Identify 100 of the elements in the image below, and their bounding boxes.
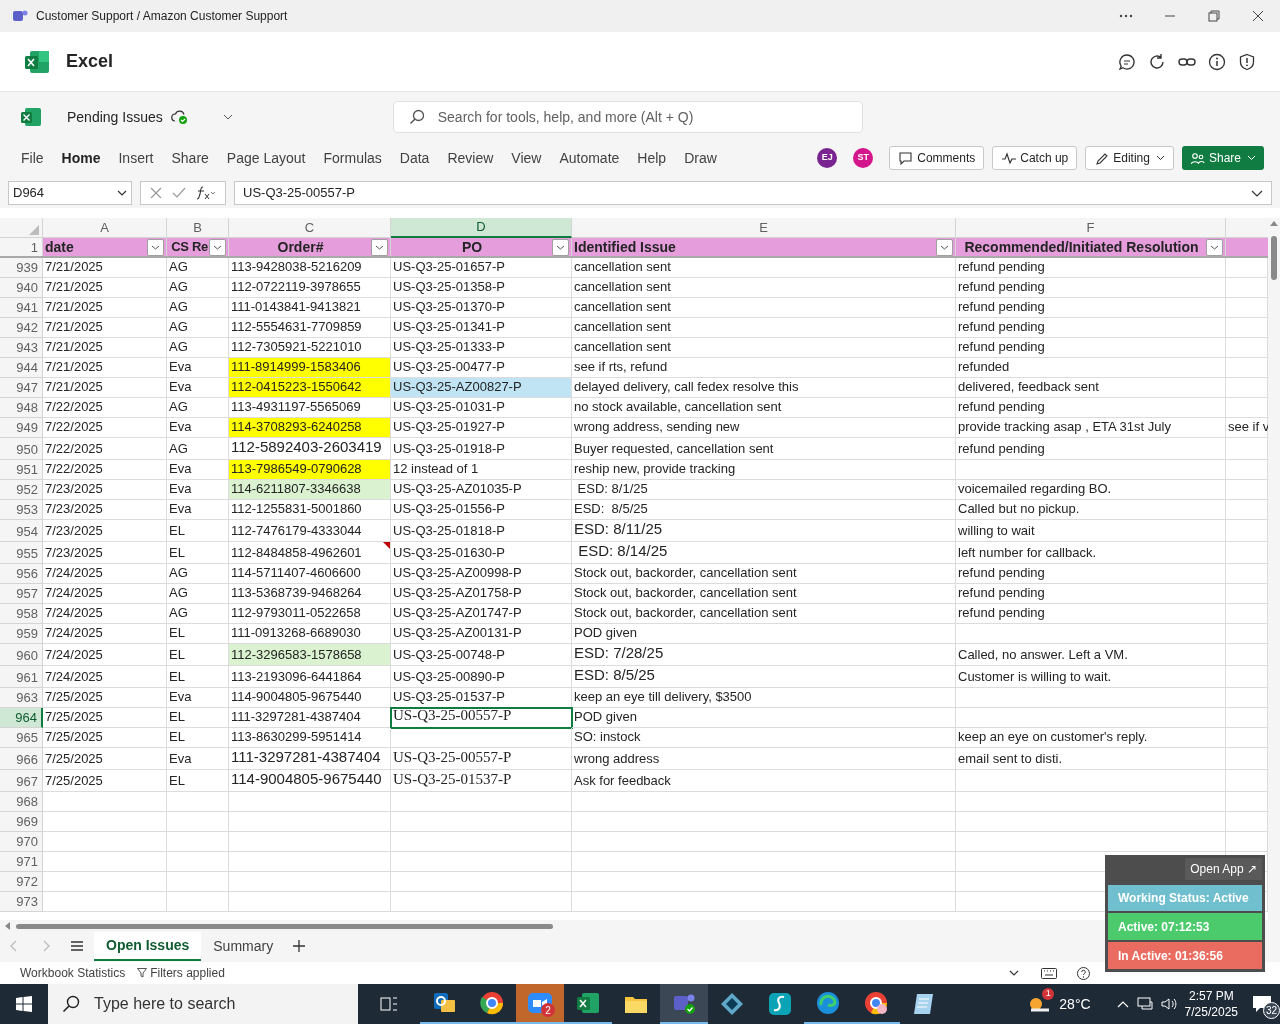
spreadsheet-app-icon[interactable] — [575, 990, 601, 1016]
chevron-down-icon[interactable] — [222, 114, 233, 120]
row-number[interactable]: 973 — [0, 892, 43, 912]
info-icon[interactable] — [1208, 52, 1226, 71]
cancel-icon[interactable] — [150, 187, 162, 199]
browser-icon[interactable] — [863, 990, 889, 1016]
row-number[interactable]: 953 — [0, 500, 43, 520]
editing-button[interactable]: Editing — [1085, 146, 1174, 170]
restore-icon[interactable] — [1208, 10, 1220, 22]
row-number[interactable]: 958 — [0, 604, 43, 624]
shield-icon[interactable] — [1238, 52, 1256, 71]
row-number[interactable]: 940 — [0, 278, 43, 298]
chevron-down-icon[interactable] — [1009, 970, 1019, 976]
menu-tab[interactable]: Automate — [550, 144, 629, 172]
menu-tab[interactable]: Home — [52, 144, 110, 172]
script-app-icon[interactable] — [767, 991, 793, 1017]
refresh-icon[interactable] — [1148, 52, 1166, 71]
menu-tab[interactable]: Formulas — [314, 144, 391, 172]
add-sheet-icon[interactable] — [293, 940, 306, 952]
row-number[interactable]: 950 — [0, 438, 43, 460]
name-box[interactable]: D964 — [8, 181, 132, 205]
row-number[interactable]: 942 — [0, 318, 43, 338]
filter-button[interactable] — [936, 239, 953, 256]
filter-button[interactable] — [1206, 239, 1223, 256]
row-number[interactable]: 956 — [0, 564, 43, 584]
scrollbar-thumb[interactable] — [1271, 236, 1277, 280]
share-button[interactable]: Share — [1181, 146, 1264, 170]
clock-date[interactable]: 7/25/2025 — [1184, 1004, 1238, 1020]
network-icon[interactable] — [1136, 997, 1155, 1011]
row-number[interactable]: 965 — [0, 728, 43, 748]
row-number[interactable]: 967 — [0, 770, 43, 792]
row-number[interactable]: 957 — [0, 584, 43, 604]
catchup-button[interactable]: Catch up — [992, 146, 1078, 170]
scroll-up-icon[interactable] — [1270, 220, 1278, 226]
edge-browser-icon[interactable] — [815, 990, 841, 1016]
filter-button[interactable] — [552, 239, 569, 256]
row-number[interactable]: 961 — [0, 666, 43, 688]
menu-tab[interactable]: View — [502, 144, 551, 172]
menu-tab[interactable]: Draw — [675, 144, 726, 172]
volume-icon[interactable] — [1160, 997, 1177, 1011]
diamond-app-icon[interactable] — [719, 991, 745, 1017]
browser-icon[interactable] — [479, 990, 505, 1016]
close-icon[interactable] — [1252, 10, 1264, 22]
open-app-button[interactable]: Open App ↗ — [1185, 858, 1262, 880]
taskbar-search[interactable]: Type here to search — [48, 984, 358, 1024]
sheet-tab[interactable]: Summary — [201, 931, 286, 961]
document-name[interactable]: Pending Issues — [67, 106, 163, 128]
comments-button[interactable]: Comments — [889, 146, 985, 170]
chat-icon[interactable] — [1118, 52, 1136, 71]
menu-tab[interactable]: Share — [162, 144, 218, 172]
row-number[interactable]: 1 — [0, 238, 43, 256]
help-icon[interactable] — [1077, 966, 1090, 980]
row-number[interactable]: 948 — [0, 398, 43, 418]
row-number[interactable]: 969 — [0, 812, 43, 832]
keyboard-icon[interactable] — [1041, 967, 1057, 979]
menu-tab[interactable]: File — [12, 144, 53, 172]
filter-button[interactable] — [371, 239, 388, 256]
menu-tab[interactable]: Page Layout — [217, 144, 315, 172]
row-number[interactable]: 968 — [0, 792, 43, 812]
row-number[interactable]: 970 — [0, 832, 43, 852]
row-number[interactable]: 941 — [0, 298, 43, 318]
check-icon[interactable] — [172, 187, 186, 199]
temperature[interactable]: 28°C — [1059, 993, 1091, 1015]
task-view-icon[interactable] — [380, 996, 398, 1012]
row-number[interactable]: 966 — [0, 748, 43, 770]
start-icon[interactable] — [16, 996, 32, 1012]
status-text[interactable]: Workbook Statistics — [20, 964, 126, 982]
avatar[interactable]: ST — [853, 148, 874, 168]
row-number[interactable]: 959 — [0, 624, 43, 644]
row-number[interactable]: 943 — [0, 338, 43, 358]
filter-button[interactable] — [209, 239, 226, 256]
row-number[interactable]: 971 — [0, 852, 43, 872]
row-number[interactable]: 947 — [0, 378, 43, 398]
chevron-up-icon[interactable] — [1116, 1000, 1129, 1008]
clock-time[interactable]: 2:57 PM — [1188, 988, 1234, 1004]
row-number[interactable]: 951 — [0, 460, 43, 480]
column-header[interactable]: D — [391, 218, 572, 238]
menu-tab[interactable]: Data — [390, 144, 439, 172]
menu-tab[interactable]: Review — [438, 144, 503, 172]
filter-button[interactable] — [147, 239, 164, 256]
row-number[interactable]: 972 — [0, 872, 43, 892]
avatar[interactable]: EJ — [817, 148, 838, 168]
search-field[interactable]: Search for tools, help, and more (Alt + Q) — [392, 101, 863, 133]
function-icon[interactable] — [196, 186, 216, 200]
row-number[interactable]: 964 — [0, 708, 43, 728]
menu-tab[interactable]: Help — [628, 144, 676, 172]
scroll-left-icon[interactable] — [4, 922, 10, 930]
sheet-tab[interactable]: Open Issues — [94, 931, 202, 961]
row-number[interactable]: 944 — [0, 358, 43, 378]
menu-icon[interactable] — [70, 940, 84, 952]
scrollbar-thumb[interactable] — [16, 923, 553, 929]
row-number[interactable]: 949 — [0, 418, 43, 438]
row-number[interactable]: 954 — [0, 520, 43, 542]
menu-tab[interactable]: Insert — [109, 144, 163, 172]
row-number[interactable]: 939 — [0, 258, 43, 278]
row-number[interactable]: 952 — [0, 480, 43, 500]
formula-field[interactable]: US-Q3-25-00557-P — [234, 181, 1272, 205]
table-cell[interactable]: US-Q3-25-00557-P — [391, 708, 572, 728]
row-number[interactable]: 955 — [0, 542, 43, 564]
row-number[interactable]: 960 — [0, 644, 43, 666]
